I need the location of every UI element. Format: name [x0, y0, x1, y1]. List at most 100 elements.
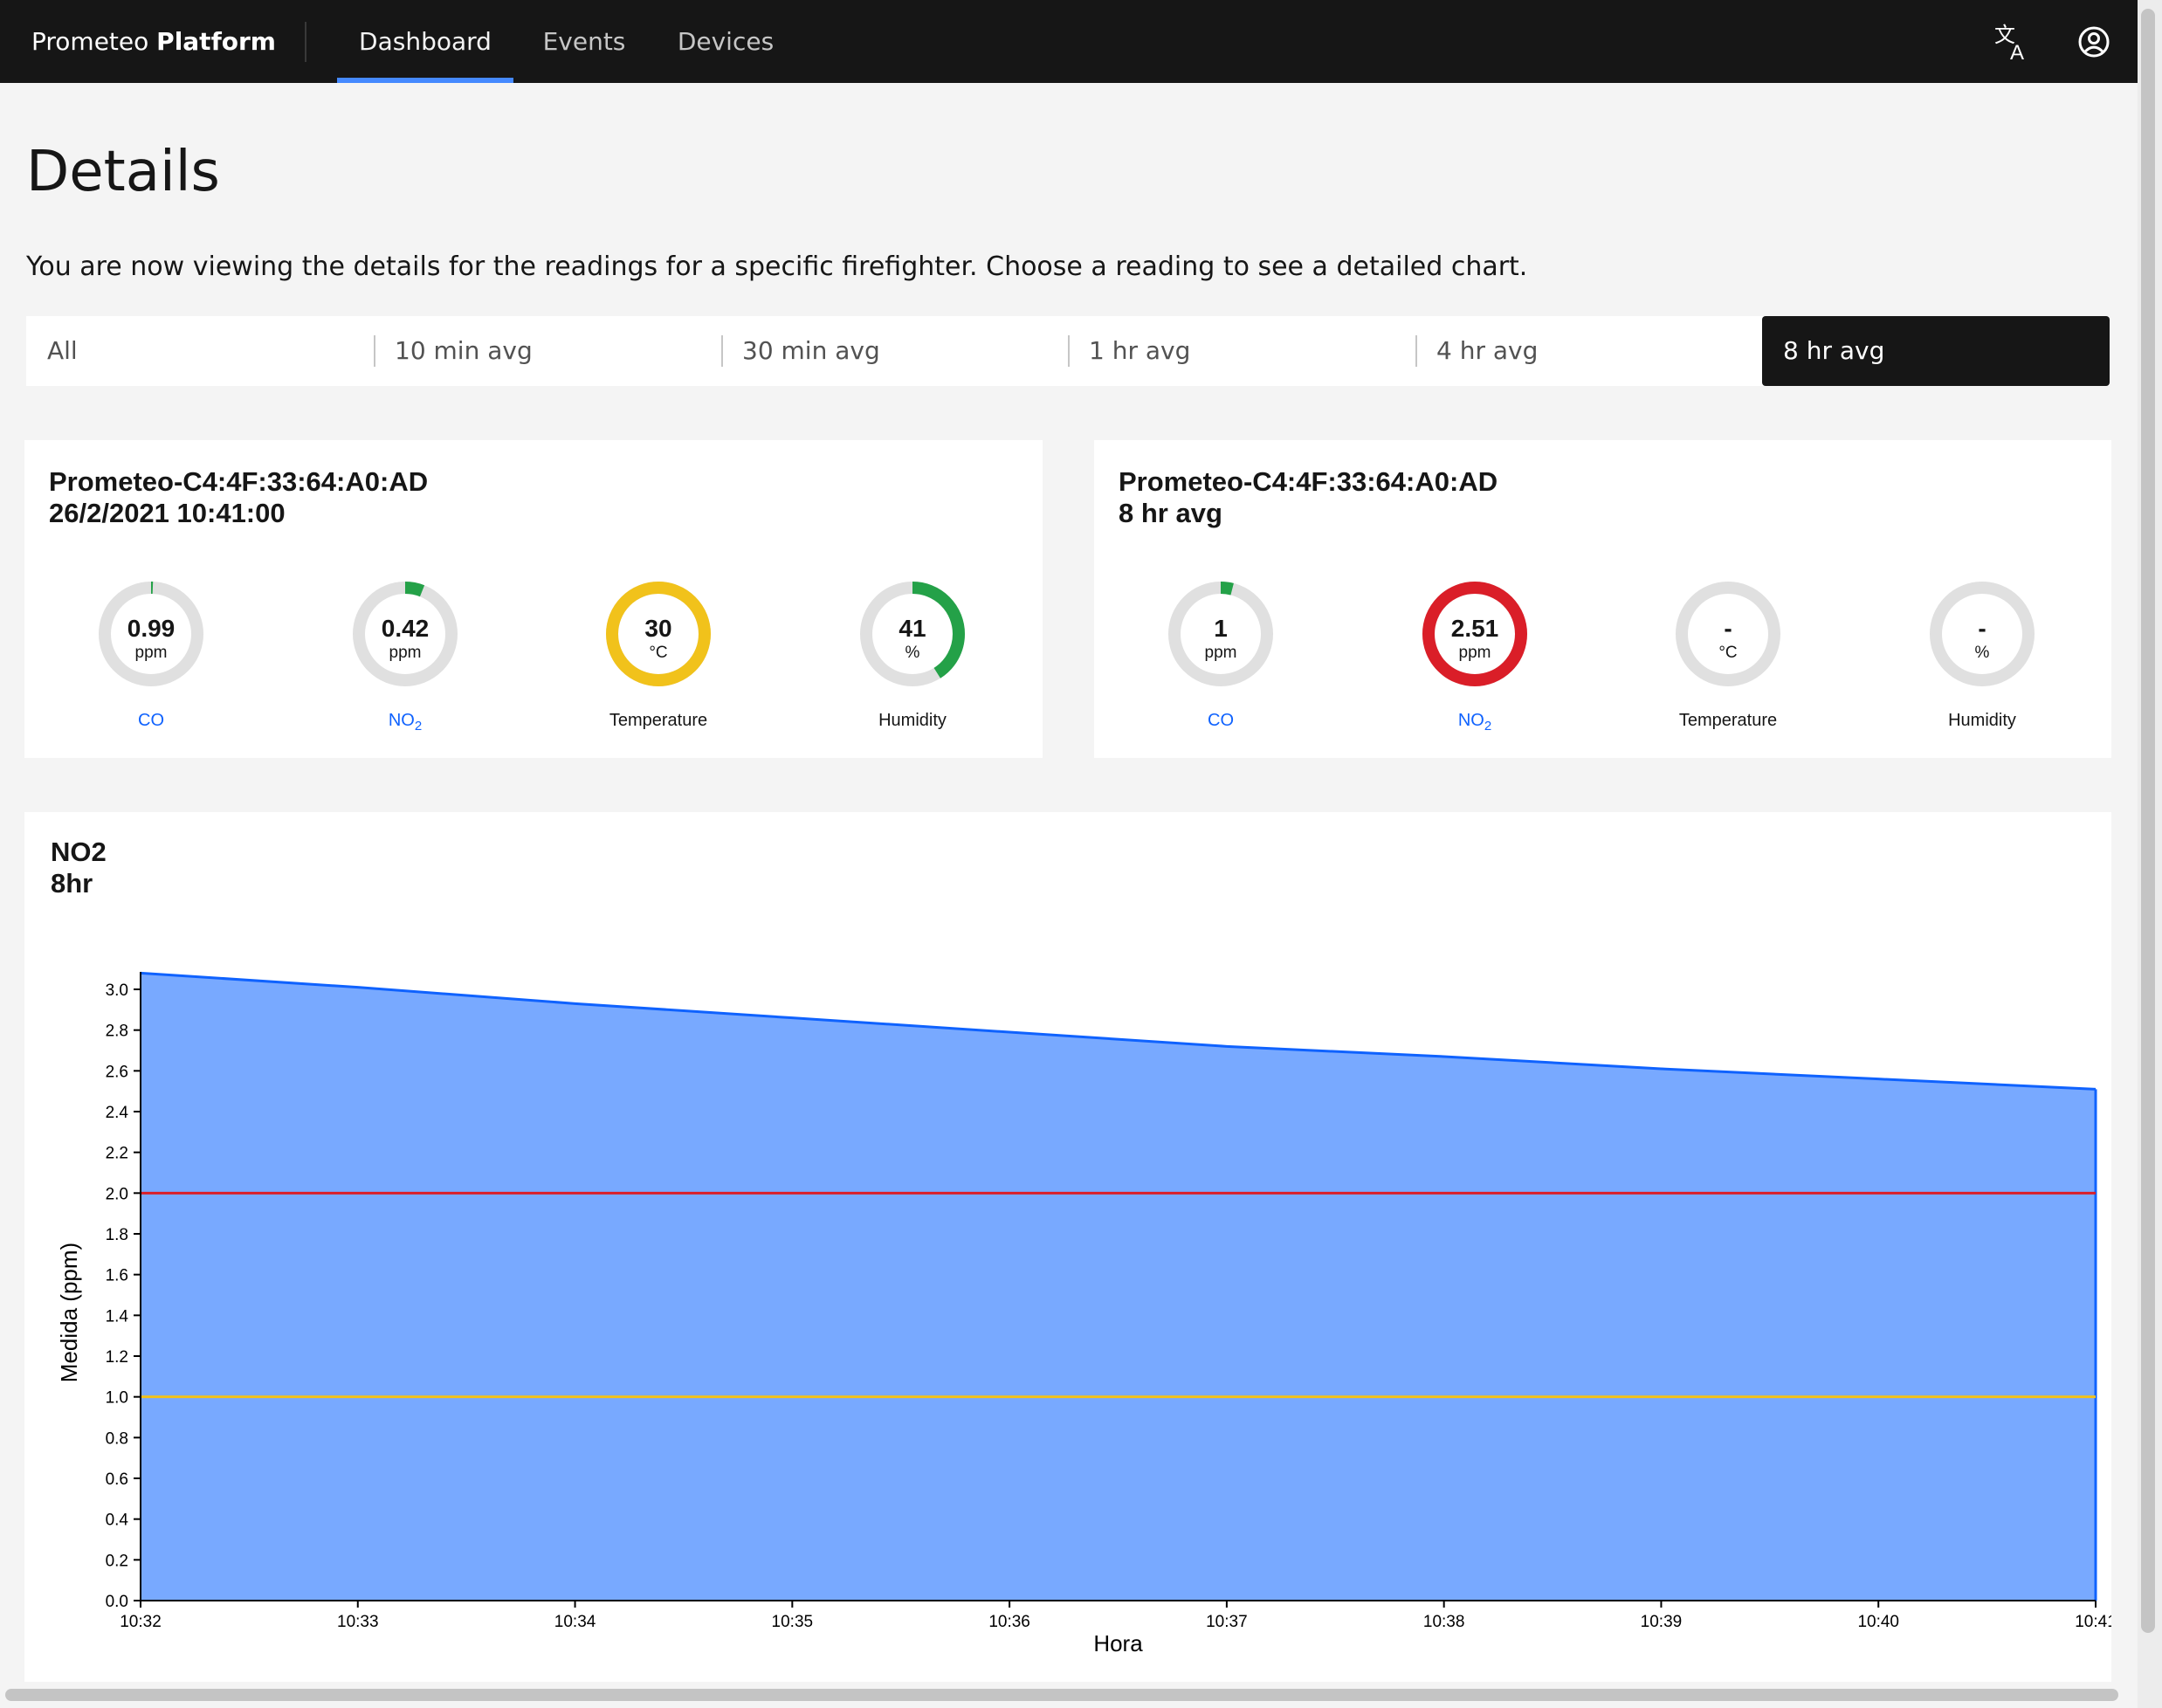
- tab-10-min-avg[interactable]: 10 min avg: [374, 316, 720, 386]
- nav-dashboard-label: Dashboard: [359, 27, 492, 56]
- y-tick-label: 3.0: [106, 981, 128, 1000]
- brand-prefix: Prometeo: [31, 27, 149, 56]
- tab-separator: [1068, 335, 1070, 367]
- y-tick-label: 1.8: [106, 1226, 128, 1244]
- x-tick-label: 10:37: [1206, 1613, 1248, 1631]
- tab-30-min-avg-label: 30 min avg: [742, 336, 880, 365]
- tab-8-hr-avg[interactable]: 8 hr avg: [1762, 316, 2110, 386]
- gauge-label: Temperature: [1678, 711, 1778, 730]
- y-tick-label: 0.0: [106, 1593, 128, 1611]
- y-tick-label: 0.6: [106, 1470, 128, 1489]
- gauge-temperature: 30 °C Temperature: [571, 580, 746, 730]
- y-tick-label: 2.0: [106, 1185, 128, 1203]
- nav-dashboard[interactable]: Dashboard: [337, 0, 513, 83]
- y-tick-label: 1.4: [106, 1307, 129, 1326]
- user-avatar-icon[interactable]: [2069, 17, 2118, 66]
- gauge-label[interactable]: NO2: [1387, 711, 1562, 733]
- gauge-unit: °C: [649, 644, 668, 662]
- gauge-no2: 0.42 ppm NO2: [318, 580, 492, 733]
- svg-text:A: A: [2010, 41, 2024, 65]
- gauge-label[interactable]: NO2: [318, 711, 492, 733]
- brand-logo[interactable]: Prometeo Platform: [31, 0, 276, 83]
- y-tick-label: 0.4: [106, 1512, 129, 1530]
- gauge-value: -: [1978, 615, 1986, 642]
- gauge-temperature: - °C Temperature: [1641, 580, 1815, 730]
- card-title: Prometeo-C4:4F:33:64:A0:AD 26/2/2021 10:…: [49, 466, 428, 529]
- area-fill: [141, 973, 2096, 1601]
- tab-4-hr-avg[interactable]: 4 hr avg: [1415, 316, 1762, 386]
- average-reading-card: Prometeo-C4:4F:33:64:A0:AD 8 hr avg 1 ppm…: [1094, 440, 2111, 758]
- gauge-unit: °C: [1718, 644, 1738, 662]
- top-navigation-bar: Prometeo Platform Dashboard Events Devic…: [0, 0, 2138, 83]
- x-tick-label: 10:41: [2075, 1613, 2111, 1631]
- x-tick-label: 10:34: [554, 1613, 596, 1631]
- tab-separator: [374, 335, 375, 367]
- gauge-no2: 2.51 ppm NO2: [1387, 580, 1562, 733]
- nav-devices[interactable]: Devices: [664, 0, 788, 83]
- tab-30-min-avg[interactable]: 30 min avg: [721, 316, 1068, 386]
- tab-8-hr-avg-label: 8 hr avg: [1783, 336, 1885, 365]
- y-tick-label: 1.2: [106, 1348, 128, 1367]
- y-tick-label: 2.2: [106, 1145, 128, 1163]
- gauge-value: -: [1724, 615, 1732, 642]
- x-tick-label: 10:33: [337, 1613, 379, 1631]
- gauge-label: Temperature: [609, 711, 708, 730]
- tab-all-label: All: [47, 336, 78, 365]
- y-tick-label: 2.4: [106, 1104, 129, 1122]
- horizontal-scrollbar[interactable]: [5, 1689, 2118, 1701]
- gauge-unit: ppm: [1458, 644, 1491, 662]
- nav-devices-label: Devices: [677, 27, 775, 56]
- tab-1-hr-avg-label: 1 hr avg: [1089, 336, 1191, 365]
- reading-timestamp: 26/2/2021 10:41:00: [49, 498, 286, 528]
- translate-icon[interactable]: 文 A: [1986, 17, 2035, 66]
- x-tick-label: 10:36: [988, 1613, 1030, 1631]
- tab-10-min-avg-label: 10 min avg: [395, 336, 533, 365]
- brand-bold: Platform: [156, 27, 276, 56]
- nav-events-label: Events: [542, 27, 626, 56]
- gauge-value: 2.51: [1450, 615, 1499, 642]
- x-tick-label: 10:38: [1423, 1613, 1465, 1631]
- page-title: Details: [26, 140, 220, 204]
- vertical-scrollbar[interactable]: [2141, 9, 2155, 1633]
- gauge-value: 1: [1214, 615, 1228, 642]
- tab-4-hr-avg-label: 4 hr avg: [1436, 336, 1539, 365]
- y-tick-label: 0.8: [106, 1429, 128, 1448]
- x-tick-label: 10:35: [772, 1613, 814, 1631]
- no2-area-chart: 0.0 0.2 0.4 0.6 0.8 1.0 1.2 1.4 1.6 1.8 2.0 2.2 2.4 2…: [56, 971, 2111, 1656]
- gauge-value: 30: [644, 615, 672, 642]
- y-tick-label: 0.2: [106, 1552, 128, 1570]
- gauge-co: 0.99 ppm CO: [64, 580, 238, 730]
- x-tick-label: 10:32: [120, 1613, 162, 1631]
- gauge-unit: %: [905, 644, 920, 662]
- time-range-tabs: All 10 min avg 30 min avg 1 hr avg 4 hr …: [26, 316, 2110, 386]
- card-title: Prometeo-C4:4F:33:64:A0:AD 8 hr avg: [1119, 466, 1498, 529]
- gauge-label: Humidity: [1948, 711, 2016, 730]
- device-id: Prometeo-C4:4F:33:64:A0:AD: [1119, 466, 1498, 497]
- nav-events[interactable]: Events: [531, 0, 637, 83]
- average-period: 8 hr avg: [1119, 498, 1222, 528]
- gauge-label[interactable]: CO: [1133, 711, 1308, 731]
- gauge-value: 0.42: [381, 615, 430, 642]
- tab-separator: [721, 335, 723, 367]
- gauge-label[interactable]: CO: [64, 711, 238, 731]
- y-tick-label: 1.6: [106, 1267, 128, 1285]
- header-divider: [305, 22, 306, 62]
- tab-1-hr-avg[interactable]: 1 hr avg: [1068, 316, 1415, 386]
- x-tick-label: 10:39: [1641, 1613, 1683, 1631]
- detail-chart-card: NO2 8hr 0.0 0.2 0.4 0.6 0.8 1.0 1.2 1.4 1.6 1.8 2.…: [24, 812, 2111, 1682]
- gauge-humidity: 41% Humidity: [825, 580, 1000, 730]
- gauge-unit: %: [1974, 644, 1990, 662]
- gauge-label: Humidity: [878, 711, 947, 730]
- y-tick-label: 2.8: [106, 1023, 128, 1041]
- tab-all[interactable]: All: [26, 316, 373, 386]
- y-tick-label: 1.0: [106, 1389, 128, 1408]
- gauge-co: 1 ppm CO: [1133, 580, 1308, 730]
- gauge-value: 0.99: [127, 615, 176, 642]
- tab-separator: [1415, 335, 1417, 367]
- x-tick-label: 10:40: [1857, 1613, 1899, 1631]
- current-reading-card: Prometeo-C4:4F:33:64:A0:AD 26/2/2021 10:…: [24, 440, 1043, 758]
- device-id: Prometeo-C4:4F:33:64:A0:AD: [49, 466, 429, 497]
- gauge-humidity: -% Humidity: [1895, 580, 2069, 730]
- gauge-unit: ppm: [134, 644, 168, 662]
- page-description: You are now viewing the details for the …: [26, 251, 1528, 282]
